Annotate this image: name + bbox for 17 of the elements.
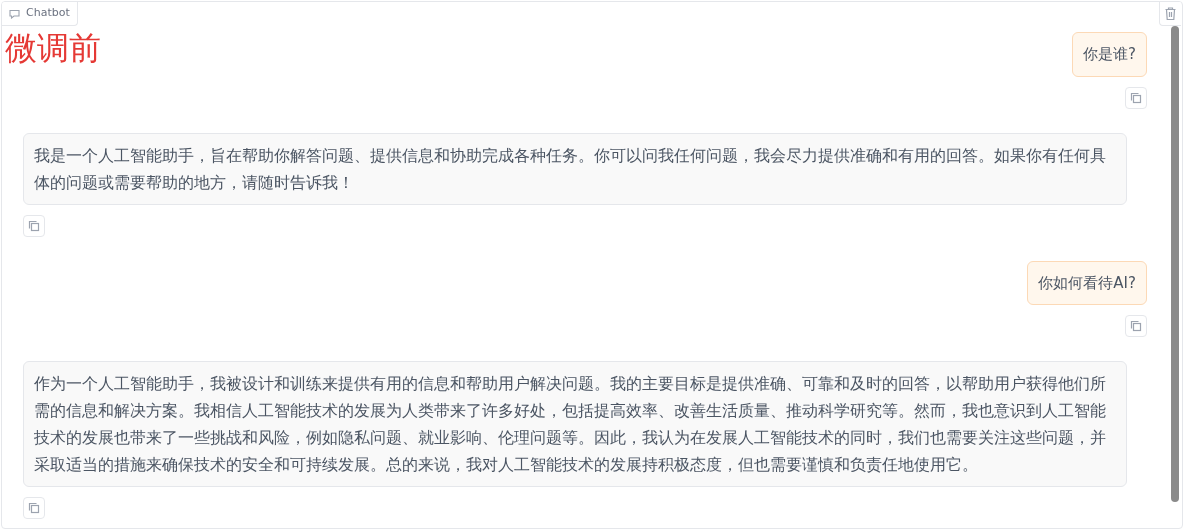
user-message: 你是谁? bbox=[1072, 32, 1147, 77]
chat-icon bbox=[9, 8, 20, 19]
panel-label-text: Chatbot bbox=[26, 5, 70, 22]
copy-icon bbox=[1130, 320, 1142, 332]
trash-icon bbox=[1165, 7, 1176, 20]
heading: 微调前 bbox=[5, 28, 101, 68]
copy-icon bbox=[28, 219, 40, 232]
copy-button[interactable] bbox=[23, 214, 45, 237]
user-message: 你如何看待AI? bbox=[1027, 260, 1147, 305]
copy-button[interactable] bbox=[23, 497, 45, 519]
copy-button[interactable] bbox=[1125, 315, 1147, 337]
bot-message: 作为一个人工智能助手，我被设计和训练来提供有用的信息和帮助用户解决问题。我的主要目标是提供准确、可靠和及时的回答，以帮助用户获得他们所需的信息和解决方案。我相信人工智能技术的发展为人类带来了许多好处，包括提高效率、改善生活质量、推动科学研究等。然而，我也意识到人工智能技术的发展也带来了一些挑战和风险，例如隐私问题、就业影响、伦理问题等。因此，我认为在发展人工智能技术的同时，我们也需要关注这些问题，并采取适当的措施来确保技术的安全和可持续发展。总的来说，我对人工智能技术的发展持积极态度，但也需要谨慎和负责任地使用它。 bbox=[23, 361, 1127, 487]
copy-icon bbox=[1130, 91, 1142, 104]
copy-icon bbox=[28, 502, 40, 514]
copy-button[interactable] bbox=[1125, 86, 1147, 109]
delete-button[interactable] bbox=[1159, 2, 1181, 26]
bot-message: 我是一个人工智能助手，旨在帮助你解答问题、提供信息和协助完成各种任务。你可以问我任何问题，我会尽力提供准确和有用的回答。如果你有任何具体的问题或需要帮助的地方，请随时告诉我！ bbox=[23, 132, 1127, 205]
